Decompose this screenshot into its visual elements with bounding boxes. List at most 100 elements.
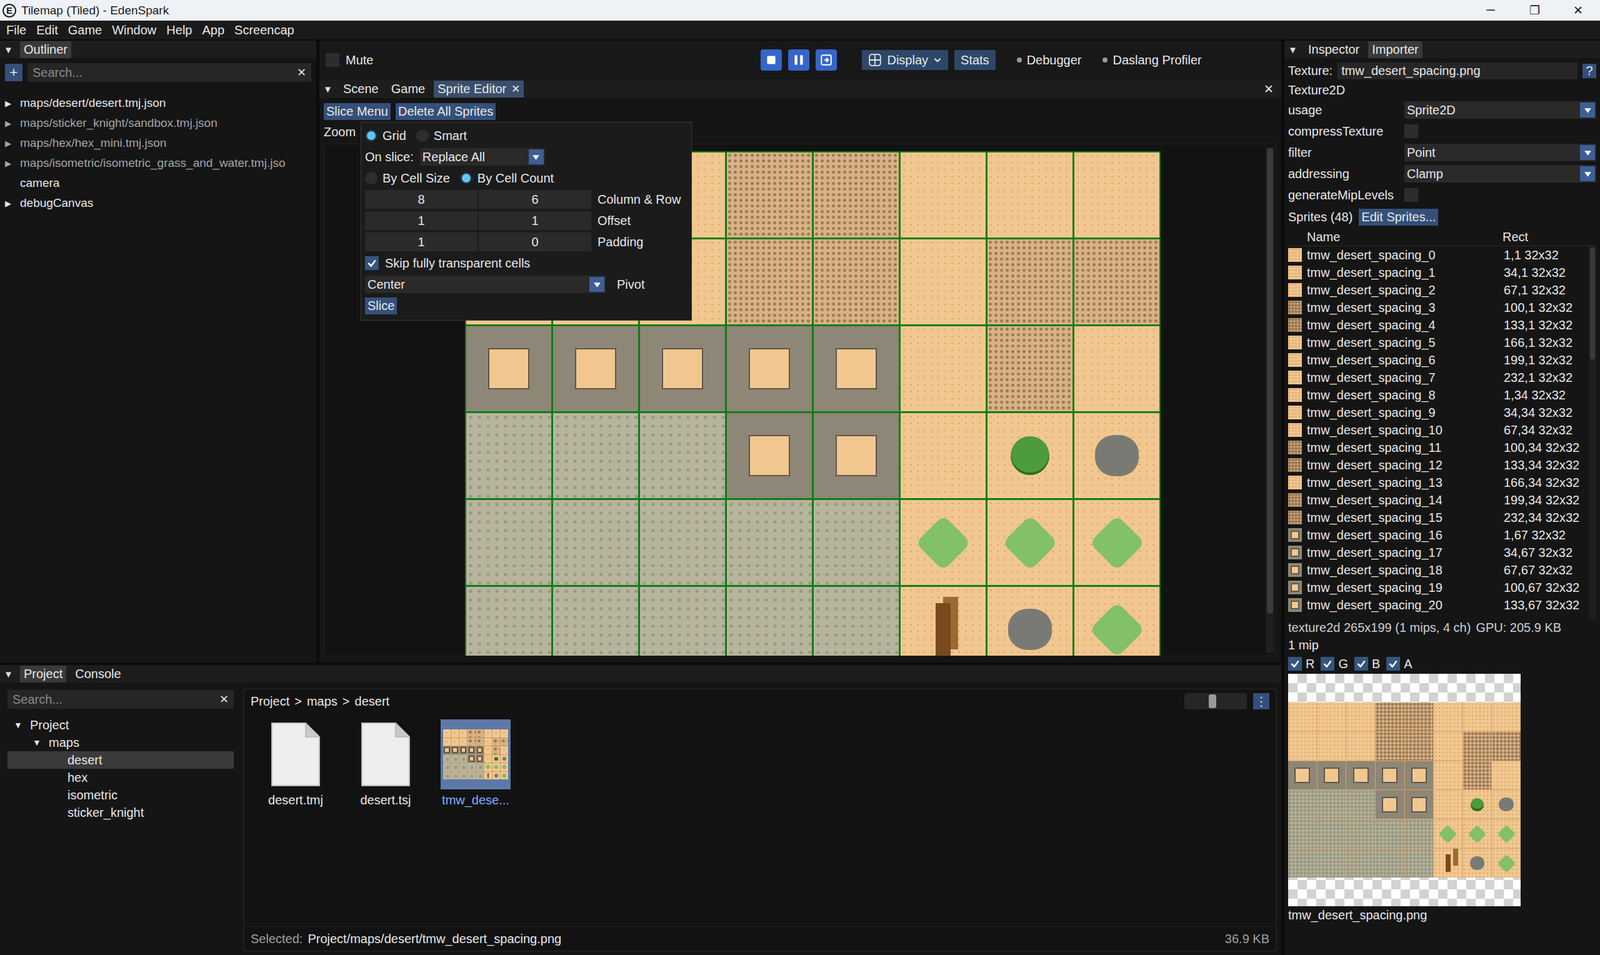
sprite-cell[interactable] [466, 413, 552, 499]
property-dropdown[interactable]: Sprite2D [1404, 101, 1597, 119]
close-panel-button[interactable]: ✕ [1263, 81, 1274, 97]
scrollbar-thumb[interactable] [1266, 148, 1274, 614]
sprite-cell[interactable] [726, 586, 812, 657]
sprite-cell[interactable] [1074, 326, 1160, 412]
sprite-cell[interactable] [1074, 500, 1160, 585]
debugger-button[interactable]: Debugger [1016, 53, 1082, 68]
checkbox-box[interactable] [1320, 656, 1335, 671]
pause-button[interactable] [788, 49, 810, 71]
folder-tree-item[interactable]: ▼Project [7, 716, 234, 734]
outliner-item[interactable]: ▶maps/desert/desert.tmj.json [0, 93, 317, 114]
menu-item[interactable]: Help [166, 23, 192, 38]
help-button[interactable]: ? [1582, 63, 1597, 79]
file-item[interactable]: tmw_dese... [439, 719, 512, 808]
expand-toggle[interactable]: ▼ [13, 720, 30, 730]
column-header[interactable]: Rect [1502, 230, 1588, 245]
sprite-cell[interactable] [726, 239, 812, 325]
sprite-row[interactable]: tmw_desert_spacing_19100,67 32x32 [1288, 578, 1589, 597]
sprite-cell[interactable] [987, 326, 1073, 412]
outliner-item[interactable]: camera [0, 173, 317, 194]
sprite-row[interactable]: tmw_desert_spacing_7232,1 32x32 [1288, 368, 1589, 387]
breadcrumb-item[interactable]: maps [306, 694, 338, 709]
close-tab-button[interactable]: ✕ [511, 82, 520, 96]
folder-tree-item[interactable]: desert [7, 751, 234, 769]
stop-button[interactable] [760, 49, 782, 71]
sprite-row[interactable]: tmw_desert_spacing_15232,34 32x32 [1288, 508, 1589, 527]
outliner-item[interactable]: ▶maps/sticker_knight/sandbox.tmj.json [0, 113, 317, 134]
property-checkbox[interactable] [1404, 188, 1419, 202]
slider-handle[interactable] [1208, 694, 1217, 709]
menu-item[interactable]: Window [111, 23, 157, 38]
sprite-editor-button[interactable]: Slice Menu [323, 103, 391, 120]
project-search[interactable]: Search...✕ [7, 690, 234, 709]
editor-tab[interactable]: Scene [339, 80, 383, 98]
more-button[interactable]: ⋮ [1253, 693, 1270, 710]
number-input[interactable]: 6 [478, 190, 592, 209]
inspector-tab[interactable]: Importer [1368, 41, 1422, 59]
add-button[interactable]: + [5, 63, 23, 82]
menu-item[interactable]: App [201, 23, 225, 38]
editor-tab[interactable]: Game [387, 80, 429, 98]
sprite-row[interactable]: tmw_desert_spacing_20133,67 32x32 [1288, 596, 1589, 614]
sprite-cell[interactable] [466, 586, 552, 657]
sprite-row[interactable]: tmw_desert_spacing_01,1 32x32 [1288, 246, 1589, 264]
collapse-toggle[interactable]: ▼ [323, 83, 335, 95]
property-dropdown[interactable]: Clamp [1404, 165, 1597, 183]
window-control-button[interactable]: ✕ [1556, 3, 1600, 18]
folder-tree-item[interactable]: sticker_knight [7, 803, 234, 822]
expand-toggle[interactable]: ▶ [5, 118, 20, 129]
clear-search-button[interactable]: ✕ [296, 65, 307, 80]
sprite-row[interactable]: tmw_desert_spacing_11100,34 32x32 [1288, 438, 1589, 457]
sprite-cell[interactable] [987, 239, 1073, 325]
on-slice-dropdown[interactable]: Replace All [420, 148, 545, 166]
sprite-cell[interactable] [987, 152, 1073, 238]
sprite-cell[interactable] [813, 239, 899, 325]
sprite-row[interactable]: tmw_desert_spacing_1734,67 32x32 [1288, 543, 1589, 562]
channel-checkbox[interactable]: A [1386, 656, 1412, 672]
sprite-cell[interactable] [987, 500, 1073, 585]
sprite-cell[interactable] [900, 152, 986, 238]
expand-toggle[interactable]: ▶ [5, 138, 20, 149]
clear-search-button[interactable]: ✕ [219, 692, 229, 707]
sprite-cell[interactable] [640, 586, 725, 657]
number-input[interactable]: 1 [365, 232, 478, 252]
sprite-row[interactable]: tmw_desert_spacing_13166,34 32x32 [1288, 473, 1589, 492]
sprite-cell[interactable] [553, 586, 639, 657]
sprite-row[interactable]: tmw_desert_spacing_1867,67 32x32 [1288, 561, 1589, 579]
number-input[interactable]: 0 [478, 232, 592, 252]
sprite-row[interactable]: tmw_desert_spacing_134,1 32x32 [1288, 263, 1589, 282]
sprite-row[interactable]: tmw_desert_spacing_81,34 32x32 [1288, 386, 1589, 404]
sprite-row[interactable]: tmw_desert_spacing_6199,1 32x32 [1288, 351, 1589, 369]
number-input[interactable]: 1 [365, 211, 478, 230]
sprite-cell[interactable] [640, 413, 725, 499]
checkbox-box[interactable] [365, 256, 379, 270]
sprite-cell[interactable] [553, 413, 639, 499]
radio-circle[interactable] [416, 129, 429, 142]
slice-method-radio[interactable]: By Cell Count [460, 171, 554, 186]
dropdown-arrow[interactable] [1580, 145, 1595, 160]
texture-field[interactable]: tmw_desert_spacing.png [1337, 62, 1578, 80]
sprite-cell[interactable] [553, 500, 639, 585]
sprite-cell[interactable] [1074, 239, 1160, 325]
expand-toggle[interactable]: ▶ [5, 158, 20, 169]
menu-item[interactable]: Screencap [234, 23, 295, 38]
sprite-row[interactable]: tmw_desert_spacing_3100,1 32x32 [1288, 298, 1589, 317]
sprite-cell[interactable] [900, 586, 986, 657]
sprite-cell[interactable] [900, 500, 986, 585]
step-button[interactable] [815, 49, 837, 71]
expand-toggle[interactable]: ▶ [5, 98, 20, 109]
number-input[interactable]: 1 [478, 211, 592, 230]
project-tab[interactable]: Console [71, 665, 125, 683]
dropdown-arrow[interactable] [528, 149, 544, 165]
number-input[interactable]: 8 [365, 190, 478, 209]
sprite-cell[interactable] [553, 326, 639, 412]
channel-checkbox[interactable]: B [1354, 656, 1380, 672]
sprite-cell[interactable] [813, 500, 899, 585]
scrollbar-thumb[interactable] [1590, 247, 1595, 360]
sprite-cell[interactable] [987, 413, 1073, 499]
radio-circle[interactable] [365, 171, 378, 185]
outliner-title[interactable]: Outliner [20, 41, 72, 59]
slice-button[interactable]: Slice [365, 297, 397, 315]
project-tab[interactable]: Project [20, 665, 67, 683]
dropdown-arrow[interactable] [1580, 102, 1595, 118]
